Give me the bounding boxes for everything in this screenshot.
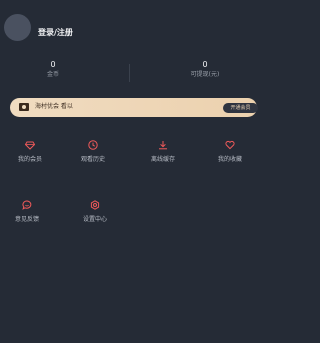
vip-banner-text: 海村优会 看以 (35, 103, 73, 110)
clock-icon (88, 140, 98, 150)
grid-item-vip[interactable]: 我的会员 (8, 140, 52, 170)
gear-icon (90, 200, 100, 210)
profile-header: 登录/注册 (0, 0, 259, 60)
open-vip-button[interactable]: 开通会员 (223, 103, 258, 113)
stat-withdrawable-value: 0 (202, 60, 208, 69)
grid-item-label: 观看历史 (80, 156, 105, 163)
avatar[interactable] (4, 14, 31, 41)
stat-coins[interactable]: 0 金币 (0, 60, 106, 79)
grid-item-offline-cache[interactable]: 离线缓存 (141, 140, 185, 170)
grid-item-label: 设置中心 (82, 216, 107, 223)
stat-withdrawable-label: 可提现(元) (190, 71, 220, 78)
login-register-link[interactable]: 登录/注册 (38, 27, 73, 38)
grid-item-label: 离线缓存 (150, 156, 175, 163)
vip-crown-icon (19, 103, 29, 111)
grid-item-label: 意见反馈 (14, 216, 39, 223)
grid-item-label: 我的收藏 (217, 156, 242, 163)
stats-divider (129, 64, 130, 82)
stat-coins-label: 金币 (46, 71, 59, 78)
heart-icon (225, 140, 235, 150)
grid-item-favorites[interactable]: 我的收藏 (208, 140, 252, 170)
grid-item-settings[interactable]: 设置中心 (73, 200, 117, 230)
vip-banner[interactable]: 海村优会 看以 开通会员 (10, 98, 258, 117)
grid-item-label: 我的会员 (17, 156, 42, 163)
chat-icon (22, 200, 32, 210)
download-icon (159, 141, 167, 150)
gem-icon (25, 141, 35, 150)
stat-withdrawable[interactable]: 0 可提现(元) (150, 60, 260, 79)
grid-item-feedback[interactable]: 意见反馈 (5, 200, 49, 230)
grid-item-history[interactable]: 观看历史 (71, 140, 115, 170)
stat-coins-value: 0 (50, 60, 56, 69)
